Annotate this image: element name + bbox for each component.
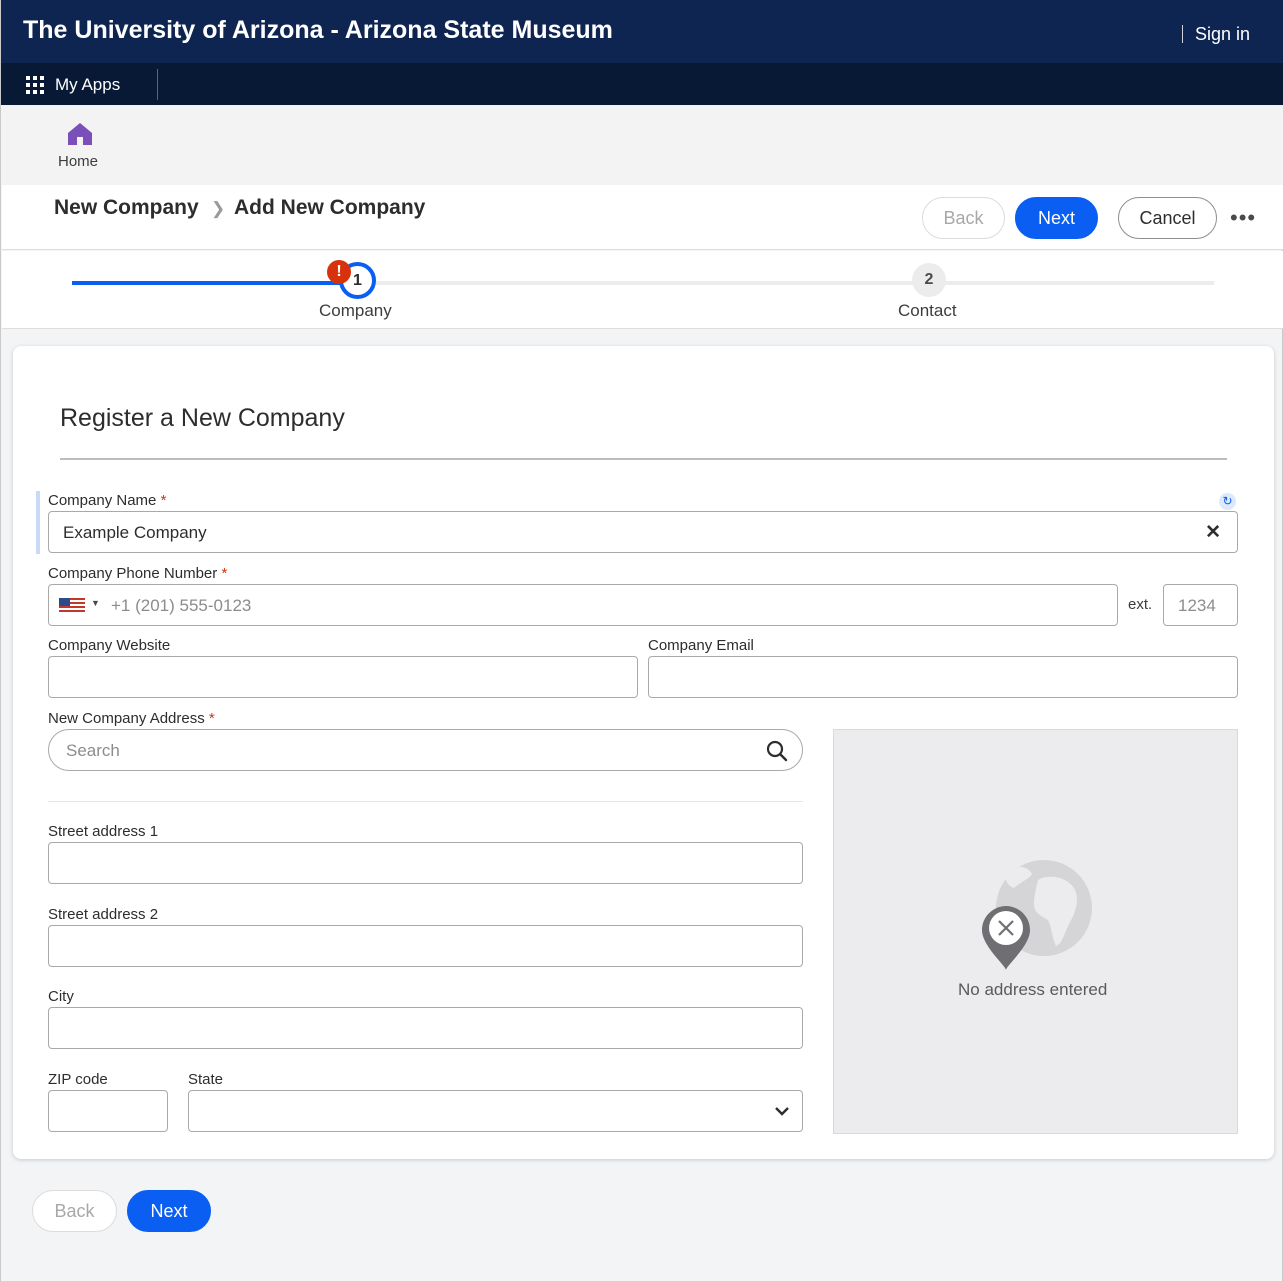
address-divider <box>48 801 803 802</box>
home-bar <box>2 105 1283 185</box>
address-search-placeholder: Search <box>66 741 120 760</box>
home-link[interactable]: Home <box>58 153 98 170</box>
website-label: Company Website <box>48 637 171 654</box>
header-back-button[interactable]: Back <box>922 197 1005 239</box>
address-label: New Company Address * <box>48 710 215 727</box>
breadcrumb-add-new-company: Add New Company <box>234 196 426 219</box>
phone-input[interactable]: ▼ +1 (201) 555-0123 <box>48 584 1118 626</box>
footer-back-button[interactable]: Back <box>32 1190 117 1232</box>
signin-divider <box>1182 25 1183 43</box>
app-grid-icon[interactable] <box>26 76 44 94</box>
phone-placeholder: +1 (201) 555-0123 <box>111 596 252 615</box>
state-select[interactable] <box>188 1090 803 1132</box>
reset-icon[interactable]: ↻ <box>1219 493 1236 510</box>
street1-label: Street address 1 <box>48 823 159 840</box>
street1-input[interactable] <box>48 842 803 884</box>
home-icon[interactable] <box>67 121 93 147</box>
no-address-message: No address entered <box>958 980 1108 999</box>
website-input[interactable] <box>48 656 638 698</box>
zip-input[interactable] <box>48 1090 168 1132</box>
header-next-button[interactable]: Next <box>1015 197 1098 239</box>
required-marker: * <box>160 492 167 509</box>
clear-icon[interactable]: ✕ <box>1205 521 1221 544</box>
site-title: The University of Arizona - Arizona Stat… <box>23 16 613 44</box>
chevron-down-icon[interactable] <box>774 1105 790 1117</box>
title-divider <box>60 458 1227 460</box>
city-input[interactable] <box>48 1007 803 1049</box>
company-name-value: Example Company <box>63 523 207 542</box>
breadcrumb-new-company[interactable]: New Company <box>54 196 199 220</box>
country-dropdown-icon[interactable]: ▼ <box>91 598 100 608</box>
ext-label: ext. <box>1128 596 1153 613</box>
step-1-label[interactable]: Company <box>319 301 392 321</box>
street2-label: Street address 2 <box>48 906 159 923</box>
step-error-icon: ! <box>327 260 351 284</box>
address-search-input[interactable]: Search <box>48 729 803 771</box>
footer-next-button[interactable]: Next <box>127 1190 211 1232</box>
search-icon[interactable] <box>766 740 788 762</box>
company-name-label: Company Name * <box>48 492 167 509</box>
form-title: Register a New Company <box>60 404 345 432</box>
street2-input[interactable] <box>48 925 803 967</box>
step-2-label[interactable]: Contact <box>898 301 957 321</box>
city-label: City <box>48 988 74 1005</box>
required-marker: * <box>208 710 215 727</box>
field-focus-indicator <box>36 491 40 554</box>
no-address-map-icon <box>982 860 1092 970</box>
sign-in-link[interactable]: Sign in <box>1195 24 1250 45</box>
breadcrumb-chevron-icon: ❯ <box>211 199 226 218</box>
us-flag-icon[interactable] <box>59 598 85 613</box>
email-label: Company Email <box>648 637 754 654</box>
my-apps-link[interactable]: My Apps <box>55 75 120 95</box>
ext-placeholder: 1234 <box>1178 596 1216 615</box>
phone-label: Company Phone Number * <box>48 565 228 582</box>
phone-ext-input[interactable]: 1234 <box>1163 584 1238 626</box>
required-marker: * <box>221 565 228 582</box>
email-input[interactable] <box>648 656 1238 698</box>
state-label: State <box>188 1071 224 1088</box>
header-cancel-button[interactable]: Cancel <box>1118 197 1217 239</box>
step-2-marker[interactable]: 2 <box>912 263 946 297</box>
stepper <box>2 251 1283 329</box>
appbar-divider <box>157 69 158 100</box>
more-options-icon[interactable]: ••• <box>1230 205 1256 231</box>
stepper-progress <box>72 281 357 285</box>
zip-label: ZIP code <box>48 1071 108 1088</box>
company-name-input[interactable]: Example Company ✕ <box>48 511 1238 553</box>
app-bar <box>1 63 1283 105</box>
